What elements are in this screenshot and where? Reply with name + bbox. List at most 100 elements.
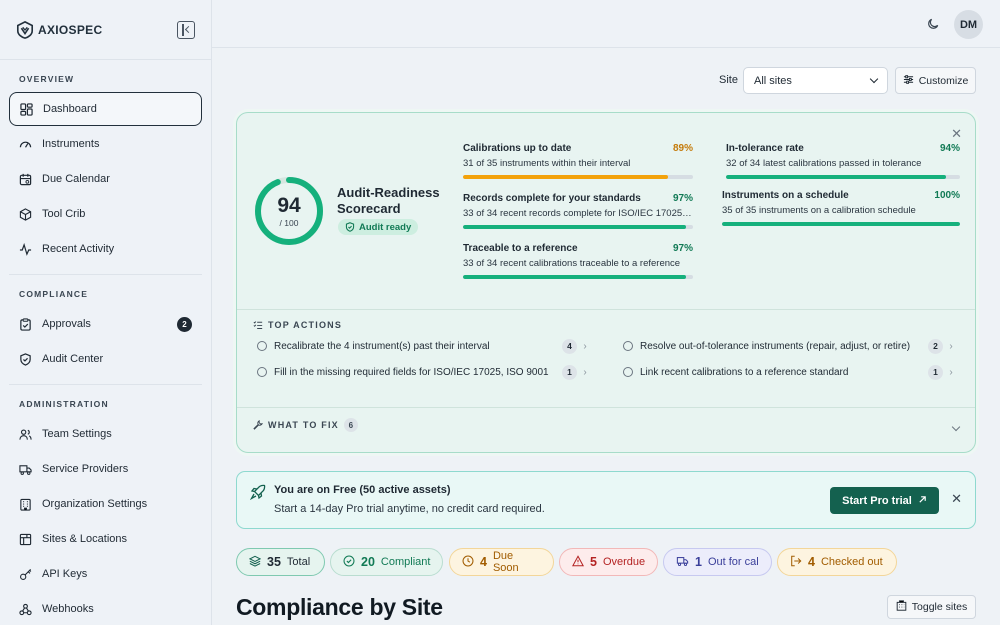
close-icon[interactable]: ✕	[951, 492, 962, 505]
metric-progress-fill	[463, 175, 668, 179]
stat-label: Overdue	[602, 556, 646, 568]
box-icon	[19, 207, 32, 221]
metric-progress-fill	[722, 222, 960, 226]
sidebar-item-dashboard[interactable]: Dashboard	[9, 92, 202, 126]
sidebar-item-label: Instruments	[42, 138, 100, 150]
sidebar-item-sites-locations[interactable]: Sites & Locations	[9, 522, 202, 556]
sidebar-item-webhooks[interactable]: Webhooks	[9, 592, 202, 625]
moon-icon[interactable]	[927, 17, 940, 30]
stat-chip-overdue[interactable]: 5 Overdue	[559, 548, 658, 576]
dashboard-icon	[20, 102, 33, 116]
start-pro-trial-button[interactable]: Start Pro trial	[830, 487, 939, 514]
toggle-sites-button[interactable]: Toggle sites	[887, 595, 976, 619]
metric-label: Records complete for your standards	[463, 193, 641, 204]
warning-triangle-icon	[571, 554, 585, 570]
stat-count: 4	[808, 555, 815, 569]
main-content: Site All sites Customize ✕ 94 / 100 Audi…	[212, 48, 1000, 625]
stat-chip-total[interactable]: 35 Total	[236, 548, 325, 576]
scorecard-divider	[237, 407, 975, 408]
action-count: 4	[562, 338, 577, 354]
metric-calibrations-up-to-date: Calibrations up to date 89% 31 of 35 inst…	[463, 143, 693, 179]
stat-label: Total	[286, 556, 311, 568]
gauge-icon	[19, 138, 32, 151]
building-icon	[19, 498, 32, 511]
site-select[interactable]: All sites	[743, 67, 888, 94]
chevron-right-icon: ›	[583, 366, 587, 378]
nav-section-compliance: COMPLIANCE Approvals 2 Audit Center	[0, 275, 211, 376]
sliders-icon	[903, 74, 914, 88]
action-label: Resolve out-of-tolerance instruments (re…	[640, 340, 911, 352]
webhook-icon	[19, 603, 32, 616]
sidebar-item-label: Audit Center	[42, 353, 104, 365]
sidebar-item-label: Webhooks	[42, 603, 94, 615]
check-circle-icon	[343, 555, 355, 570]
sidebar-item-label: Organization Settings	[42, 498, 148, 510]
chevron-right-icon: ›	[949, 340, 953, 352]
audit-readiness-scorecard: ✕ 94 / 100 Audit-Readiness Scorecard Aud…	[236, 112, 976, 453]
stat-chip-due-soon[interactable]: 4 Due Soon	[449, 548, 554, 576]
sidebar-item-recent-activity[interactable]: Recent Activity	[9, 232, 202, 266]
user-avatar[interactable]: DM	[954, 10, 983, 39]
what-to-fix-toggle[interactable]: WHAT TO FIX 6	[253, 418, 358, 432]
close-icon[interactable]: ✕	[951, 127, 962, 140]
sidebar-item-label: Dashboard	[43, 103, 97, 115]
approvals-count-badge: 2	[177, 316, 192, 332]
action-item[interactable]: Link recent calibrations to a reference …	[623, 363, 959, 381]
layers-icon	[248, 555, 262, 570]
section-label-compliance: COMPLIANCE	[19, 289, 89, 299]
stat-label: Out for cal	[707, 556, 759, 568]
action-label: Fill in the missing required fields for …	[274, 366, 549, 378]
truck-icon	[676, 555, 689, 570]
metric-progress-fill	[463, 275, 687, 279]
stat-count: 35	[267, 555, 281, 569]
metric-percent: 100%	[934, 190, 960, 201]
metric-progress-bar	[726, 175, 960, 179]
sidebar-item-instruments[interactable]: Instruments	[9, 127, 202, 161]
site-select-value: All sites	[754, 74, 792, 87]
list-checks-icon	[253, 321, 263, 329]
stat-chip-checked-out[interactable]: 4 Checked out	[777, 548, 897, 576]
what-to-fix-count: 6	[343, 418, 358, 432]
metric-percent: 89%	[672, 143, 693, 154]
sidebar-item-approvals[interactable]: Approvals 2	[9, 307, 202, 341]
section-label-administration: ADMINISTRATION	[19, 399, 109, 409]
customize-label: Customize	[918, 74, 969, 87]
customize-button[interactable]: Customize	[895, 67, 976, 94]
sidebar-item-tool-crib[interactable]: Tool Crib	[9, 197, 202, 231]
action-label: Link recent calibrations to a reference …	[640, 366, 849, 378]
sidebar-item-label: Due Calendar	[42, 173, 110, 185]
metric-description: 35 of 35 instruments on a calibration sc…	[722, 205, 916, 216]
sidebar-item-label: Tool Crib	[42, 208, 86, 220]
metric-description: 33 of 34 recent records complete for ISO…	[463, 208, 693, 219]
section-label-overview: OVERVIEW	[19, 74, 75, 84]
map-icon	[19, 533, 32, 546]
sidebar-item-due-calendar[interactable]: Due Calendar	[9, 162, 202, 196]
what-to-fix-label: WHAT TO FIX	[268, 420, 339, 430]
readiness-score: 94	[277, 193, 301, 217]
sidebar-item-service-providers[interactable]: Service Providers	[9, 452, 202, 486]
metric-progress-fill	[463, 225, 687, 229]
action-item[interactable]: Resolve out-of-tolerance instruments (re…	[623, 337, 959, 355]
action-item[interactable]: Fill in the missing required fields for …	[257, 363, 593, 381]
stat-chip-out-for-cal[interactable]: 1 Out for cal	[663, 548, 772, 576]
sidebar-item-api-keys[interactable]: API Keys	[9, 557, 202, 591]
sidebar-item-team-settings[interactable]: Team Settings	[9, 417, 202, 451]
audit-ready-badge: Audit ready	[338, 219, 419, 235]
stat-count: 4	[480, 555, 487, 569]
metric-description: 31 of 35 instruments within their interv…	[463, 158, 631, 169]
brand-logo[interactable]: AXIOSPEC	[16, 20, 102, 39]
sidebar-item-audit-center[interactable]: Audit Center	[9, 342, 202, 376]
metric-percent: 97%	[672, 193, 693, 204]
stat-chip-compliant[interactable]: 20 Compliant	[330, 548, 443, 576]
stat-label: Compliant	[380, 556, 431, 568]
sidebar-item-organization-settings[interactable]: Organization Settings	[9, 487, 202, 521]
rocket-icon	[249, 484, 266, 503]
metric-progress-fill	[726, 175, 946, 179]
chevron-down-icon[interactable]	[951, 422, 961, 432]
readiness-score-total: / 100	[279, 217, 299, 228]
collapse-sidebar-button[interactable]	[177, 20, 195, 39]
action-item[interactable]: Recalibrate the 4 instrument(s) past the…	[257, 337, 593, 355]
action-count: 1	[562, 364, 577, 380]
metric-records-complete: Records complete for your standards 97% 3…	[463, 193, 693, 229]
truck-icon	[19, 463, 32, 476]
